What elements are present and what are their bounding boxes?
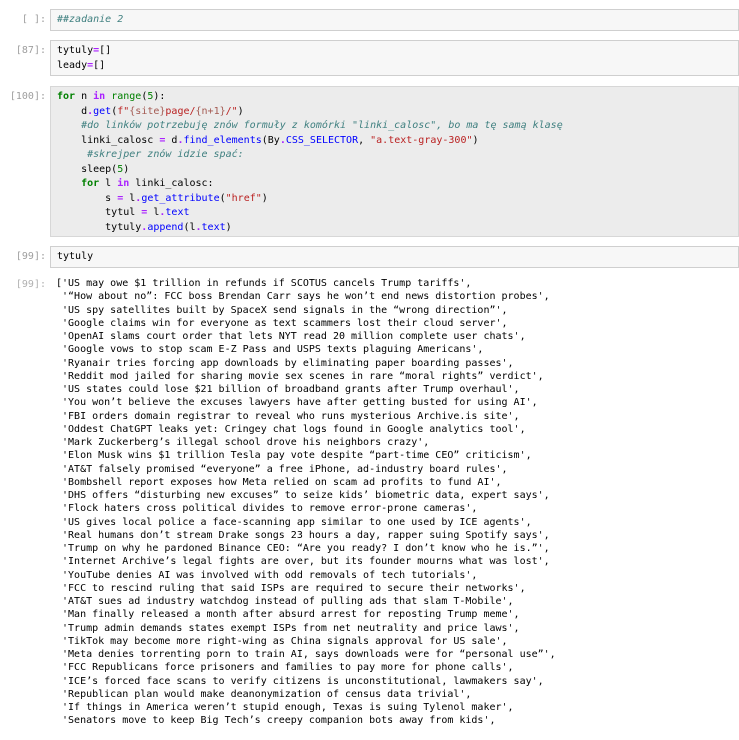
- cell-prompt: [100]:: [9, 91, 46, 102]
- code-line: #do linków potrzebuję znów formuły z kom…: [57, 120, 563, 131]
- code-input-3[interactable]: for n in range(5): d.get(f"{site}page/{n…: [50, 86, 739, 237]
- output-line: 'Reddit mod jailed for sharing movie sex…: [56, 370, 544, 382]
- code-line: tytuly: [57, 251, 94, 262]
- output-line: 'FCC to rescind ruling that said ISPs ar…: [56, 582, 526, 594]
- output-line: 'US gives local police a face-scanning a…: [56, 516, 532, 528]
- code-cell-2[interactable]: [87]: tytuly=[] leady=[]: [0, 40, 739, 76]
- code-line: leady=[]: [57, 59, 106, 71]
- code-cell-3[interactable]: [100]: for n in range(5): d.get(f"{site}…: [0, 86, 739, 237]
- output-line: 'Real humans don’t stream Drake songs 23…: [56, 529, 550, 541]
- code-line: tytuly.append(l.text): [57, 221, 232, 233]
- code-line: #skrejper znów idzie spać:: [57, 149, 244, 160]
- output-prompt: [99]:: [15, 279, 46, 290]
- output-line: ['US may owe $1 trillion in refunds if S…: [56, 278, 472, 289]
- output-line: 'AT&T sues ad industry watchdog instead …: [56, 596, 514, 607]
- output-line: 'If things in America weren’t stupid eno…: [56, 702, 514, 713]
- output-line: 'You won’t believe the excuses lawyers h…: [56, 397, 538, 409]
- output-line: 'YouTube denies AI was involved with odd…: [56, 569, 478, 581]
- code-line: tytul = l.text: [57, 207, 190, 218]
- code-line: ##zadanie 2: [57, 14, 124, 25]
- output-line: 'Elon Musk wins $1 trillion Tesla pay vo…: [56, 450, 532, 462]
- code-line: for n in range(5):: [57, 91, 166, 102]
- code-line: sleep(5): [57, 163, 130, 175]
- output-text: ['US may owe $1 trillion in refunds if S…: [50, 274, 739, 731]
- output-line: 'TikTok may become more right-wing as Ch…: [56, 635, 508, 647]
- output-line: 'Oddest ChatGPT leaks yet: Cringey chat …: [56, 423, 526, 435]
- output-line: 'Bombshell report exposes how Meta relie…: [56, 476, 502, 488]
- output-line: 'FBI orders domain registrar to reveal w…: [56, 410, 520, 422]
- code-line: linki_calosc = d.find_elements(By.CSS_SE…: [57, 134, 479, 146]
- output-line: 'Flock haters cross political divides to…: [56, 503, 478, 515]
- output-area: [99]: ['US may owe $1 trillion in refund…: [0, 274, 739, 740]
- output-line: 'AT&T falsely promised “everyone” a free…: [56, 463, 508, 475]
- code-input-1[interactable]: ##zadanie 2: [50, 9, 739, 31]
- output-line: 'Internet Archive’s legal fights are ove…: [56, 556, 550, 568]
- output-line: 'ICE’s forced face scans to verify citiz…: [56, 675, 544, 687]
- output-line: 'Ryanair tries forcing app downloads by …: [56, 357, 514, 369]
- output-line: 'Meta denies torrenting porn to train AI…: [56, 649, 556, 660]
- cell-prompt: [87]:: [15, 45, 46, 56]
- output-line: 'US states could lose $21 billion of bro…: [56, 384, 520, 395]
- output-line: 'Republican plan would make deanonymizat…: [56, 688, 472, 700]
- output-line: 'US spy satellites built by SpaceX send …: [56, 304, 508, 316]
- code-cell-1[interactable]: [ ]: ##zadanie 2: [0, 9, 739, 31]
- output-line: 'Mark Zuckerberg’s illegal school drove …: [56, 437, 430, 448]
- output-line: 'Google vows to stop scam E-Z Pass and U…: [56, 344, 484, 356]
- code-line: d.get(f"{site}page/{n+1}/"): [57, 105, 244, 117]
- output-line: 'FCC Republicans force prisoners and fam…: [56, 662, 514, 674]
- code-cell-4[interactable]: [99]: tytuly: [0, 246, 739, 268]
- cell-prompt: [ ]:: [21, 14, 46, 25]
- output-line: 'Trump on why he pardoned Binance CEO: “…: [56, 543, 550, 554]
- output-line: 'DHS offers “disturbing new excuses” to …: [56, 490, 550, 501]
- output-line: 'Senators move to keep Big Tech’s creepy…: [56, 715, 496, 727]
- output-line: 'Trump admin demands states exempt ISPs …: [56, 622, 520, 634]
- code-line: s = l.get_attribute("href"): [57, 192, 268, 204]
- code-line: for l in linki_calosc:: [81, 178, 214, 189]
- output-line: 'Google claims win for everyone as text …: [56, 317, 508, 329]
- output-line: 'OpenAI slams court order that lets NYT …: [56, 331, 526, 342]
- cell-prompt: [99]:: [15, 251, 46, 262]
- code-input-4[interactable]: tytuly: [50, 246, 739, 268]
- code-input-2[interactable]: tytuly=[] leady=[]: [50, 40, 739, 76]
- code-line: tytuly=[]: [57, 45, 112, 56]
- output-line: 'Man finally released a month after absu…: [56, 609, 520, 621]
- output-line: '“How about no”: FCC boss Brendan Carr s…: [56, 291, 550, 303]
